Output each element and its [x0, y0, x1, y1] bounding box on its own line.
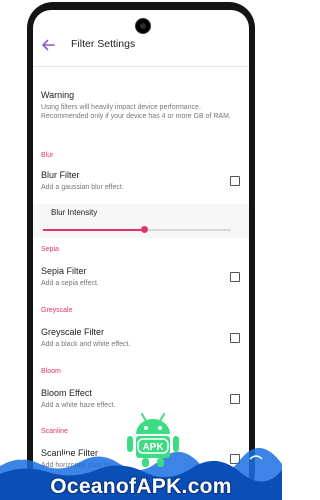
greyscale-filter-checkbox[interactable]	[230, 333, 240, 343]
category-greyscale: Greyscale	[41, 307, 73, 314]
apk-logo-text: APK	[142, 442, 164, 453]
category-scanline: Scanline	[41, 428, 68, 435]
blur-intensity-slider[interactable]: Blur Intensity	[33, 204, 249, 238]
arrow-back-icon[interactable]	[39, 36, 57, 54]
appbar-divider	[33, 66, 249, 67]
blur-filter-checkbox[interactable]	[230, 176, 240, 186]
category-blur: Blur	[41, 152, 54, 159]
blur-filter-title: Blur Filter	[41, 170, 80, 180]
slider-inactive-track	[144, 229, 231, 231]
sepia-filter-subtitle: Add a sepia effect.	[41, 280, 99, 287]
blur-filter-item[interactable]: Blur Filter Add a gaussian blur effect.	[41, 170, 241, 192]
watermark-text: OceanofAPK.com	[50, 475, 232, 498]
blur-intensity-label: Blur Intensity	[51, 208, 98, 217]
category-bloom: Bloom	[41, 368, 61, 375]
slider-thumb[interactable]	[141, 226, 149, 233]
page-title: Filter Settings	[71, 38, 136, 50]
bloom-effect-title: Bloom Effect	[41, 388, 92, 398]
sepia-filter-item[interactable]: Sepia Filter Add a sepia effect.	[41, 266, 241, 288]
blur-filter-subtitle: Add a gaussian blur effect.	[41, 184, 124, 191]
warning-item: Warning Using filters will heavily impac…	[41, 90, 241, 121]
sepia-filter-title: Sepia Filter	[41, 266, 87, 276]
greyscale-filter-title: Greyscale Filter	[41, 327, 105, 337]
greyscale-filter-subtitle: Add a black and white effect.	[41, 341, 131, 348]
slider-active-track	[43, 229, 145, 231]
sepia-filter-checkbox[interactable]	[230, 272, 240, 282]
bloom-effect-checkbox[interactable]	[230, 394, 240, 404]
android-apk-logo: APK	[127, 413, 179, 467]
warning-text: Using filters will heavily impact device…	[41, 104, 231, 120]
warning-title: Warning	[41, 90, 75, 100]
bloom-effect-item[interactable]: Bloom Effect Add a white haze effect.	[41, 388, 241, 410]
greyscale-filter-item[interactable]: Greyscale Filter Add a black and white e…	[41, 327, 241, 349]
front-camera	[135, 18, 151, 34]
category-sepia: Sepia	[41, 246, 59, 253]
